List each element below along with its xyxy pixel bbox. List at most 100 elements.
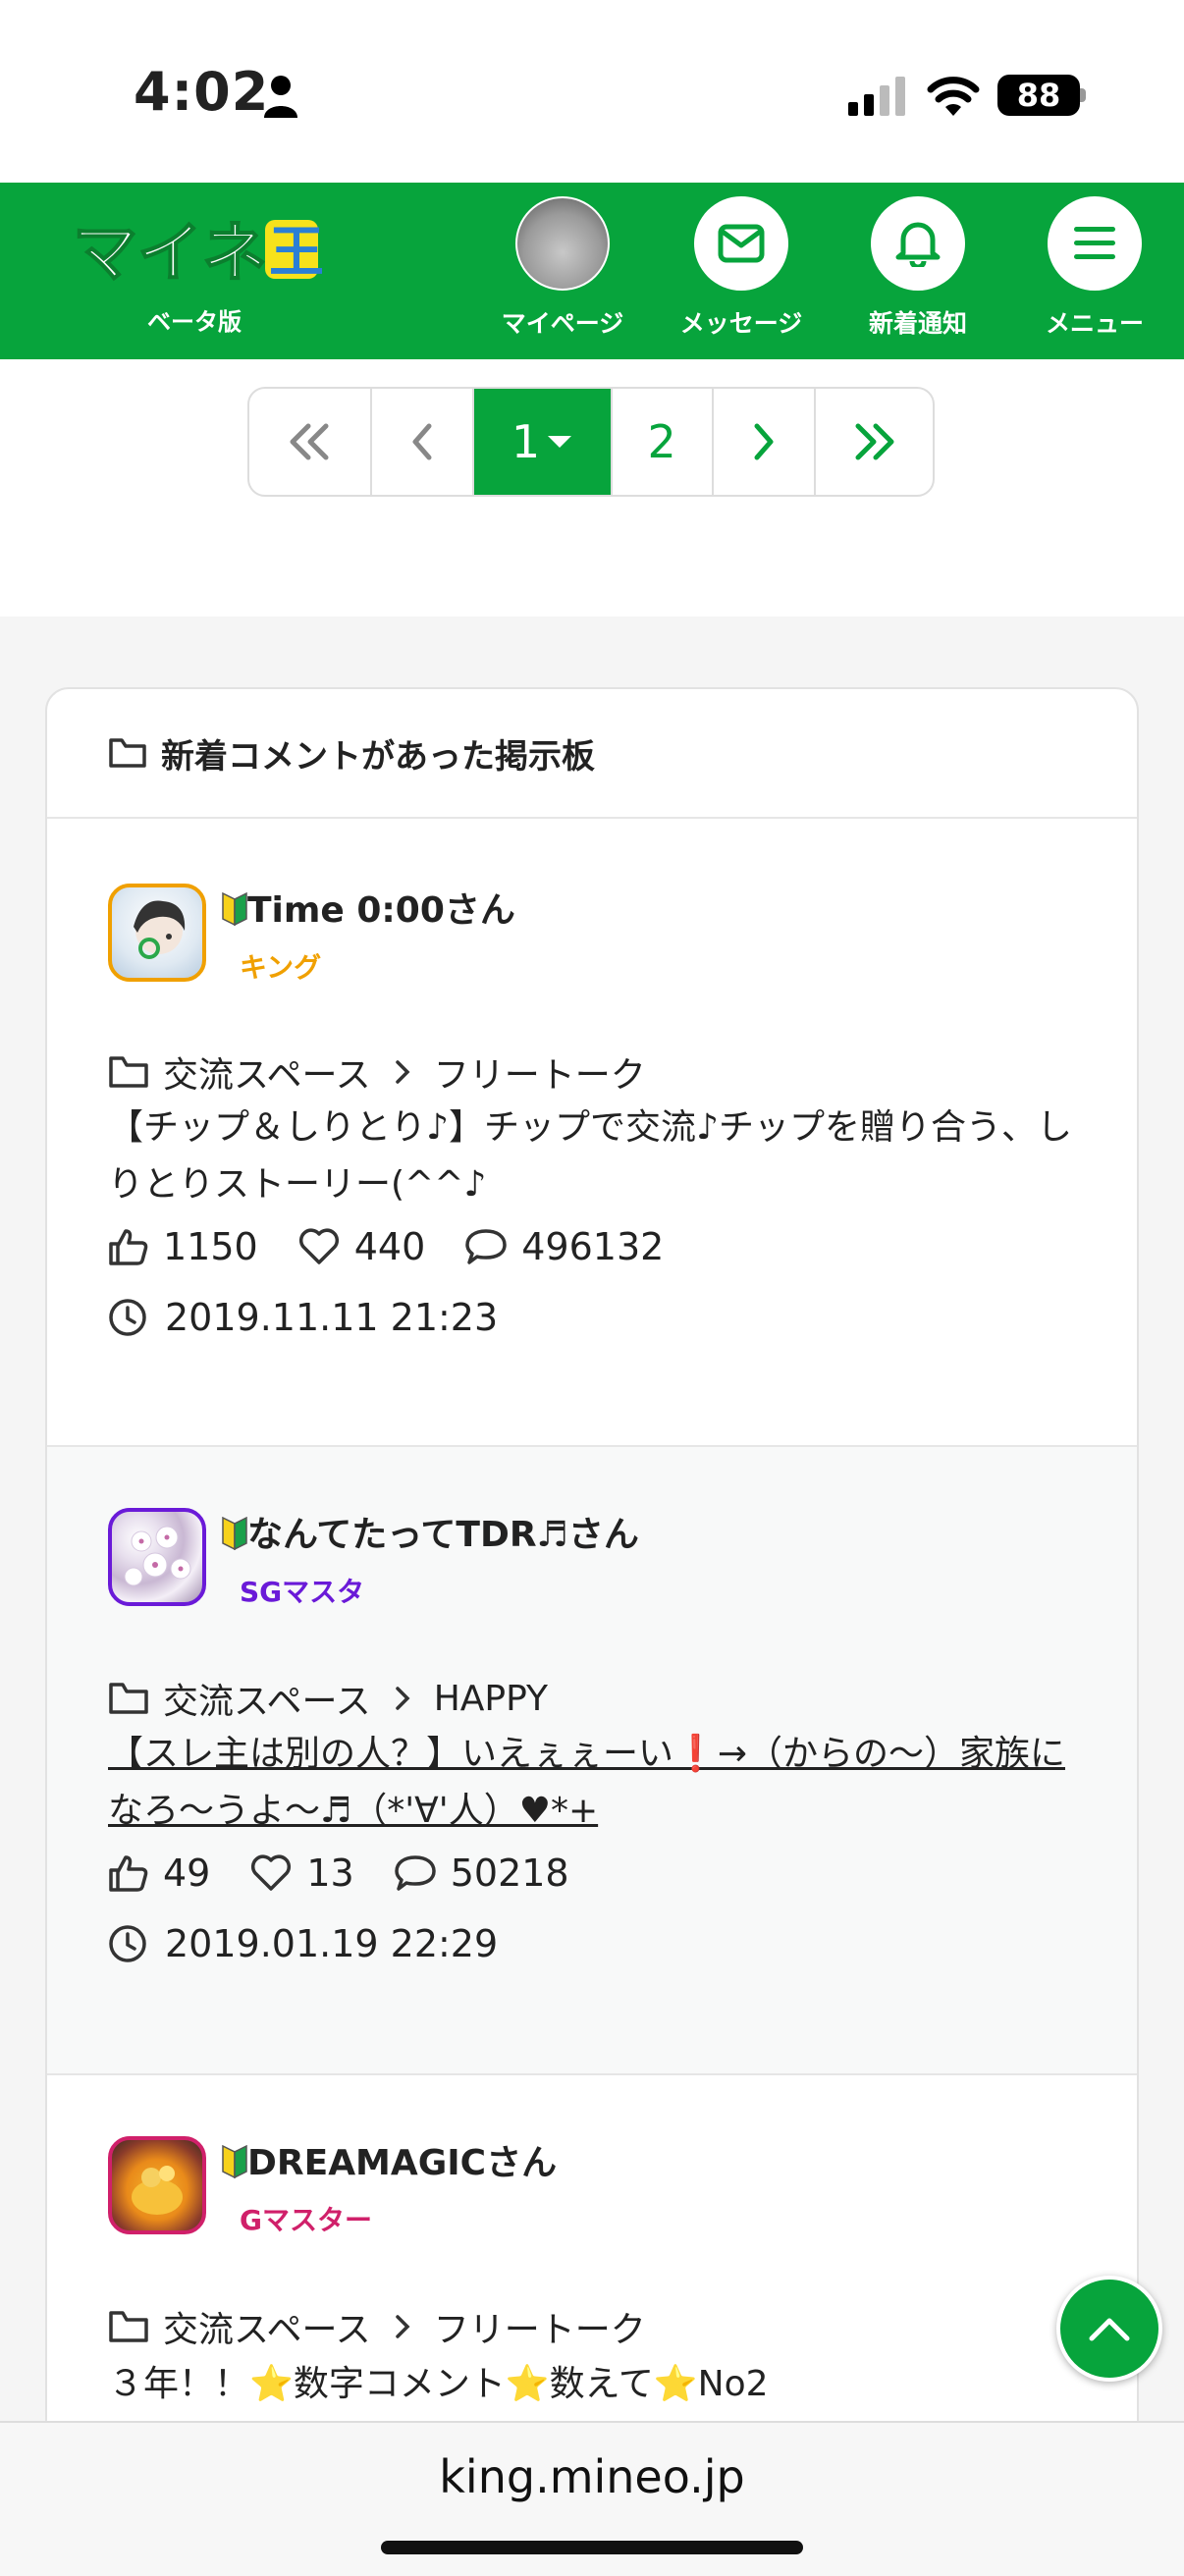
nav-notifications[interactable]: 新着通知 (844, 196, 992, 353)
double-chevron-right-icon (855, 423, 894, 460)
status-bar: 4:02 88 (0, 0, 1184, 183)
thread-title[interactable]: 【スレ主は別の人？】いえぇぇーい❗️→（からの〜）家族になろ〜うよ〜♬（*'∀'… (108, 1726, 1090, 1840)
card-heading-text: 新着コメントがあった掲示板 (161, 736, 595, 777)
first-page-button[interactable] (249, 389, 372, 495)
thread-title[interactable]: ３年！！⭐数字コメント⭐数えて⭐No2 (108, 2356, 1090, 2413)
breadcrumb-subcategory[interactable]: HAPPY (434, 1679, 548, 1719)
user-avatar[interactable] (108, 1508, 206, 1606)
chevron-right-icon (395, 1687, 410, 1710)
breadcrumb: 交流スペース HAPPY (108, 1673, 548, 1724)
user-rank: SGマスタ (240, 1576, 365, 1608)
user-rank: Gマスター (240, 2204, 372, 2236)
thread-date: 2019.11.11 21:23 (108, 1296, 498, 1339)
nav-messages[interactable]: メッセージ (668, 196, 815, 353)
breadcrumb-category[interactable]: 交流スペース (163, 2301, 371, 2352)
battery-indicator: 88 (997, 75, 1080, 116)
favorite-count: 13 (249, 1852, 354, 1895)
heart-icon (251, 1854, 292, 1891)
board-item[interactable]: DREAMAGICさん Gマスター 交流スペース フリートーク ３年！！⭐数字コ… (47, 2075, 1137, 2452)
new-comments-board-card: 新着コメントがあった掲示板 Time 0:00さん キング 交流スペース フリー… (45, 687, 1139, 2454)
thread-date: 2019.01.19 22:29 (108, 1922, 498, 1965)
bell-icon (895, 222, 941, 267)
user-name[interactable]: DREAMAGICさん (222, 2134, 557, 2185)
folder-icon (109, 1056, 148, 1088)
food-photo-icon (132, 2166, 183, 2215)
nav-notifications-label: 新着通知 (868, 309, 967, 338)
board-item[interactable]: Time 0:00さん キング 交流スペース フリートーク 【チップ＆しりとり♪… (47, 819, 1137, 1447)
person-icon (264, 76, 297, 118)
avatar-character-icon (134, 900, 186, 959)
breadcrumb-category[interactable]: 交流スペース (163, 1046, 371, 1098)
beginner-mark-icon (222, 891, 247, 927)
thread-stats: 49 13 50218 (108, 1852, 609, 1895)
nav-menu[interactable]: メニュー (1021, 196, 1168, 353)
next-page-button[interactable] (714, 389, 817, 495)
back-to-top-button[interactable] (1056, 2276, 1162, 2382)
prev-page-button[interactable] (372, 389, 475, 495)
nav-mypage[interactable]: マイページ (489, 196, 636, 353)
thumbs-up-icon (109, 1229, 148, 1265)
site-logo[interactable]: マイネ 王 (69, 206, 324, 295)
favorite-count: 440 (297, 1225, 425, 1268)
nav-mypage-label: マイページ (501, 309, 624, 338)
cellular-signal-icon (848, 77, 905, 116)
nav-menu-label: メニュー (1045, 309, 1144, 338)
home-indicator[interactable] (381, 2541, 803, 2554)
page-1-dropdown[interactable]: 1 (474, 389, 613, 495)
beginner-mark-icon (222, 2144, 247, 2179)
avatar (515, 196, 610, 291)
folder-icon (109, 1683, 148, 1714)
breadcrumb: 交流スペース フリートーク (108, 2301, 646, 2352)
flower-icon (124, 1526, 191, 1586)
chevron-right-icon (754, 423, 774, 460)
folder-icon (109, 738, 146, 768)
logo-subtitle: ベータ版 (147, 308, 242, 336)
chevron-left-icon (412, 423, 432, 460)
user-name[interactable]: なんてたってTDR♬さん (222, 1506, 639, 1557)
user-avatar[interactable] (108, 884, 206, 982)
envelope-icon (718, 224, 765, 263)
svg-text:マイネ: マイネ (73, 215, 267, 291)
user-avatar[interactable] (108, 2136, 206, 2234)
battery-tip (1080, 88, 1086, 102)
breadcrumb-subcategory[interactable]: フリートーク (434, 2301, 646, 2352)
folder-icon (109, 2311, 148, 2342)
page-2-label: 2 (647, 415, 676, 468)
pagination: 1 2 (247, 387, 935, 497)
thumbs-up-icon (109, 1855, 148, 1892)
like-count: 49 (108, 1852, 210, 1895)
svg-text:王: 王 (269, 221, 324, 285)
comment-count: 50218 (394, 1852, 569, 1895)
user-rank: キング (240, 951, 322, 984)
chevron-right-icon (395, 2315, 410, 2338)
clock-icon (109, 1925, 146, 1962)
current-page-number: 1 (511, 415, 541, 468)
nav-messages-label: メッセージ (679, 309, 803, 338)
chevron-up-icon (1089, 2318, 1130, 2341)
board-item[interactable]: なんてたってTDR♬さん SGマスタ 交流スペース HAPPY 【スレ主は別の人… (47, 1447, 1137, 2075)
speech-bubble-icon (465, 1229, 507, 1264)
breadcrumb-category[interactable]: 交流スペース (163, 1673, 371, 1724)
user-name[interactable]: Time 0:00さん (222, 882, 515, 933)
breadcrumb-subcategory[interactable]: フリートーク (434, 1046, 646, 1098)
speech-bubble-icon (394, 1855, 436, 1891)
hamburger-icon (1074, 227, 1115, 259)
chevron-right-icon (395, 1060, 410, 1084)
last-page-button[interactable] (816, 389, 933, 495)
clock: 4:02 (134, 61, 270, 123)
comment-count: 496132 (464, 1225, 664, 1268)
beginner-mark-icon (222, 1516, 247, 1551)
wifi-icon (927, 77, 980, 116)
card-heading: 新着コメントがあった掲示板 (47, 689, 1137, 819)
thread-stats: 1150 440 496132 (108, 1225, 703, 1268)
double-chevron-left-icon (290, 423, 329, 460)
browser-url-bar[interactable]: king.mineo.jp (0, 2421, 1184, 2576)
like-count: 1150 (108, 1225, 258, 1268)
breadcrumb: 交流スペース フリートーク (108, 1046, 646, 1098)
url-text[interactable]: king.mineo.jp (0, 2450, 1184, 2503)
clock-icon (109, 1299, 146, 1336)
caret-down-icon (548, 436, 572, 448)
heart-icon (298, 1228, 339, 1264)
page-2-button[interactable]: 2 (613, 389, 714, 495)
thread-title[interactable]: 【チップ＆しりとり♪】チップで交流♪チップを贈り合う、しりとりストーリー(^^♪ (108, 1100, 1090, 1213)
